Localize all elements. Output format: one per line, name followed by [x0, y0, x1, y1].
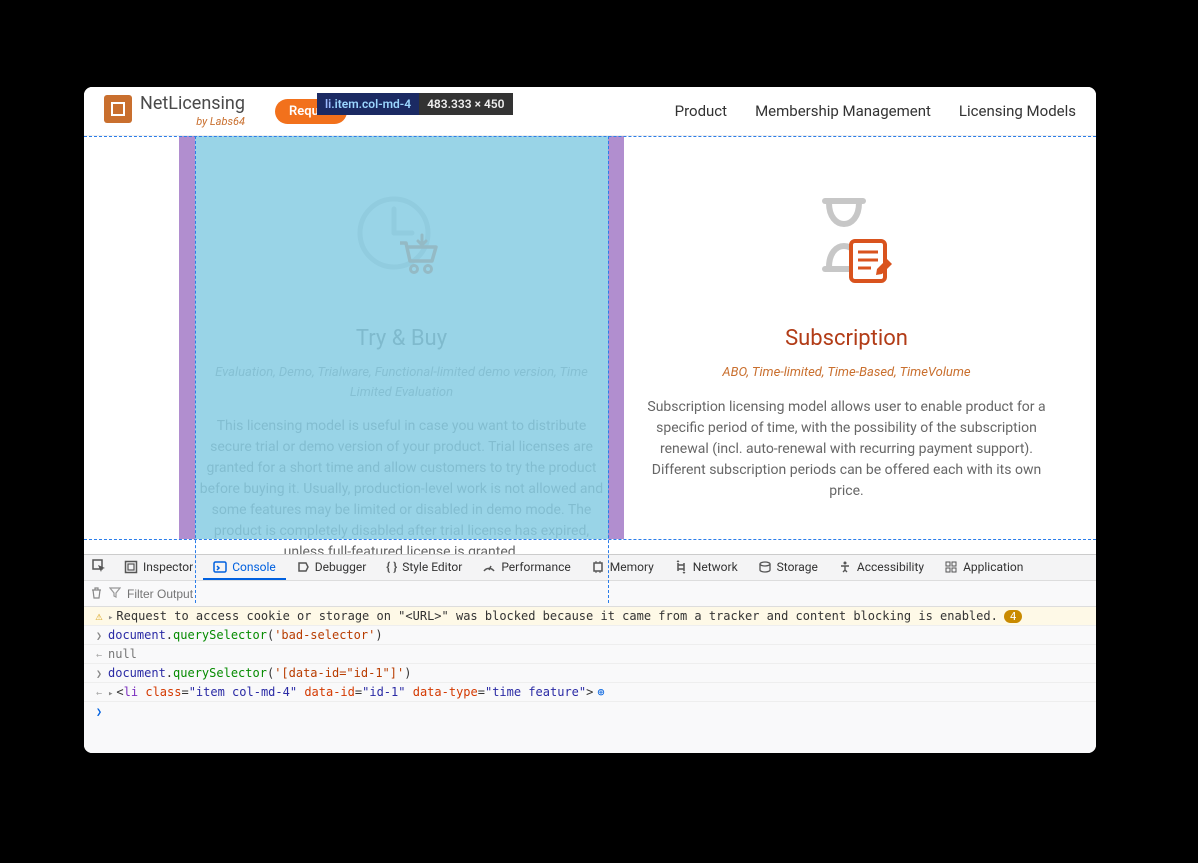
tab-network[interactable]: Network: [664, 555, 748, 580]
tab-debugger[interactable]: Debugger: [286, 555, 377, 580]
console-filter-bar: [84, 581, 1096, 607]
card-title: Try & Buy: [195, 326, 608, 351]
hourglass-document-icon: [640, 186, 1053, 296]
tab-console[interactable]: Console: [203, 555, 286, 580]
browser-with-devtools: NetLicensing by Labs64 Reques li.item.co…: [84, 87, 1096, 753]
page-header: NetLicensing by Labs64 Reques li.item.co…: [84, 87, 1096, 136]
card-description: This licensing model is useful in case y…: [195, 416, 608, 563]
tab-storage[interactable]: Storage: [748, 555, 828, 580]
console-output-row[interactable]: null: [84, 645, 1096, 664]
nav-membership[interactable]: Membership Management: [755, 102, 931, 120]
card-description: Subscription licensing model allows user…: [640, 397, 1053, 502]
tab-style-editor[interactable]: { }Style Editor: [376, 555, 472, 580]
element-picker-icon[interactable]: [84, 559, 114, 576]
brand-logo-icon: [104, 95, 132, 123]
inspect-tooltip-dimensions: 483.333 × 450: [419, 93, 512, 115]
page-content: Try & Buy Evaluation, Demo, Trialware, F…: [84, 136, 1096, 603]
filter-input[interactable]: [127, 587, 1090, 601]
nav-licensing-models[interactable]: Licensing Models: [959, 102, 1076, 120]
console-prompt-row[interactable]: [84, 702, 1096, 720]
tab-memory[interactable]: Memory: [581, 555, 664, 580]
console-input-row[interactable]: document.querySelector('[data-id="id-1"]…: [84, 664, 1096, 683]
console-output: ⚠ Request to access cookie or storage on…: [84, 607, 1096, 720]
console-warning-row[interactable]: ⚠ Request to access cookie or storage on…: [84, 607, 1096, 626]
output-arrow-icon: [90, 685, 108, 699]
card-title: Subscription: [640, 326, 1053, 351]
card-subscription[interactable]: Subscription ABO, Time-limited, Time-Bas…: [624, 136, 1069, 563]
clear-console-icon[interactable]: [90, 586, 103, 602]
cards-row: Try & Buy Evaluation, Demo, Trialware, F…: [179, 136, 1096, 563]
warning-icon: ⚠: [90, 609, 108, 623]
warning-count-badge: 4: [1004, 610, 1023, 623]
card-try-and-buy[interactable]: Try & Buy Evaluation, Demo, Trialware, F…: [179, 136, 624, 563]
devtools-tabs: Inspector Console Debugger { }Style Edit…: [84, 555, 1096, 581]
input-chevron-icon: [90, 666, 108, 680]
brand-name: NetLicensing: [140, 95, 245, 113]
request-badge[interactable]: Reques li.item.col-md-4 483.333 × 450: [275, 99, 347, 124]
warning-text: Request to access cookie or storage on "…: [116, 609, 997, 623]
output-arrow-icon: [90, 647, 108, 661]
tab-application[interactable]: Application: [934, 555, 1033, 580]
input-chevron-icon: [90, 628, 108, 642]
console-output-row[interactable]: <li class="item col-md-4" data-id="id-1"…: [84, 683, 1096, 702]
tab-inspector[interactable]: Inspector: [114, 555, 203, 580]
card-subtitle: Evaluation, Demo, Trialware, Functional-…: [195, 363, 608, 402]
top-nav: Product Membership Management Licensing …: [675, 102, 1076, 120]
prompt-chevron-icon: [90, 704, 108, 718]
tab-accessibility[interactable]: Accessibility: [828, 555, 934, 580]
brand-byline: by Labs64: [140, 115, 245, 128]
inspect-tooltip: li.item.col-md-4 483.333 × 450: [317, 93, 513, 115]
console-input-row[interactable]: document.querySelector('bad-selector'): [84, 626, 1096, 645]
expand-node-icon[interactable]: ⊕: [597, 685, 604, 699]
devtools-panel: Inspector Console Debugger { }Style Edit…: [84, 554, 1096, 753]
clock-cart-icon: [195, 186, 608, 296]
card-subtitle: ABO, Time-limited, Time-Based, TimeVolum…: [640, 363, 1053, 383]
tab-performance[interactable]: Performance: [472, 555, 580, 580]
output-value: null: [108, 647, 1090, 661]
filter-icon: [109, 586, 121, 601]
brand-block[interactable]: NetLicensing by Labs64: [104, 95, 245, 128]
inspect-tooltip-selector: li.item.col-md-4: [317, 93, 419, 115]
nav-product[interactable]: Product: [675, 102, 727, 120]
